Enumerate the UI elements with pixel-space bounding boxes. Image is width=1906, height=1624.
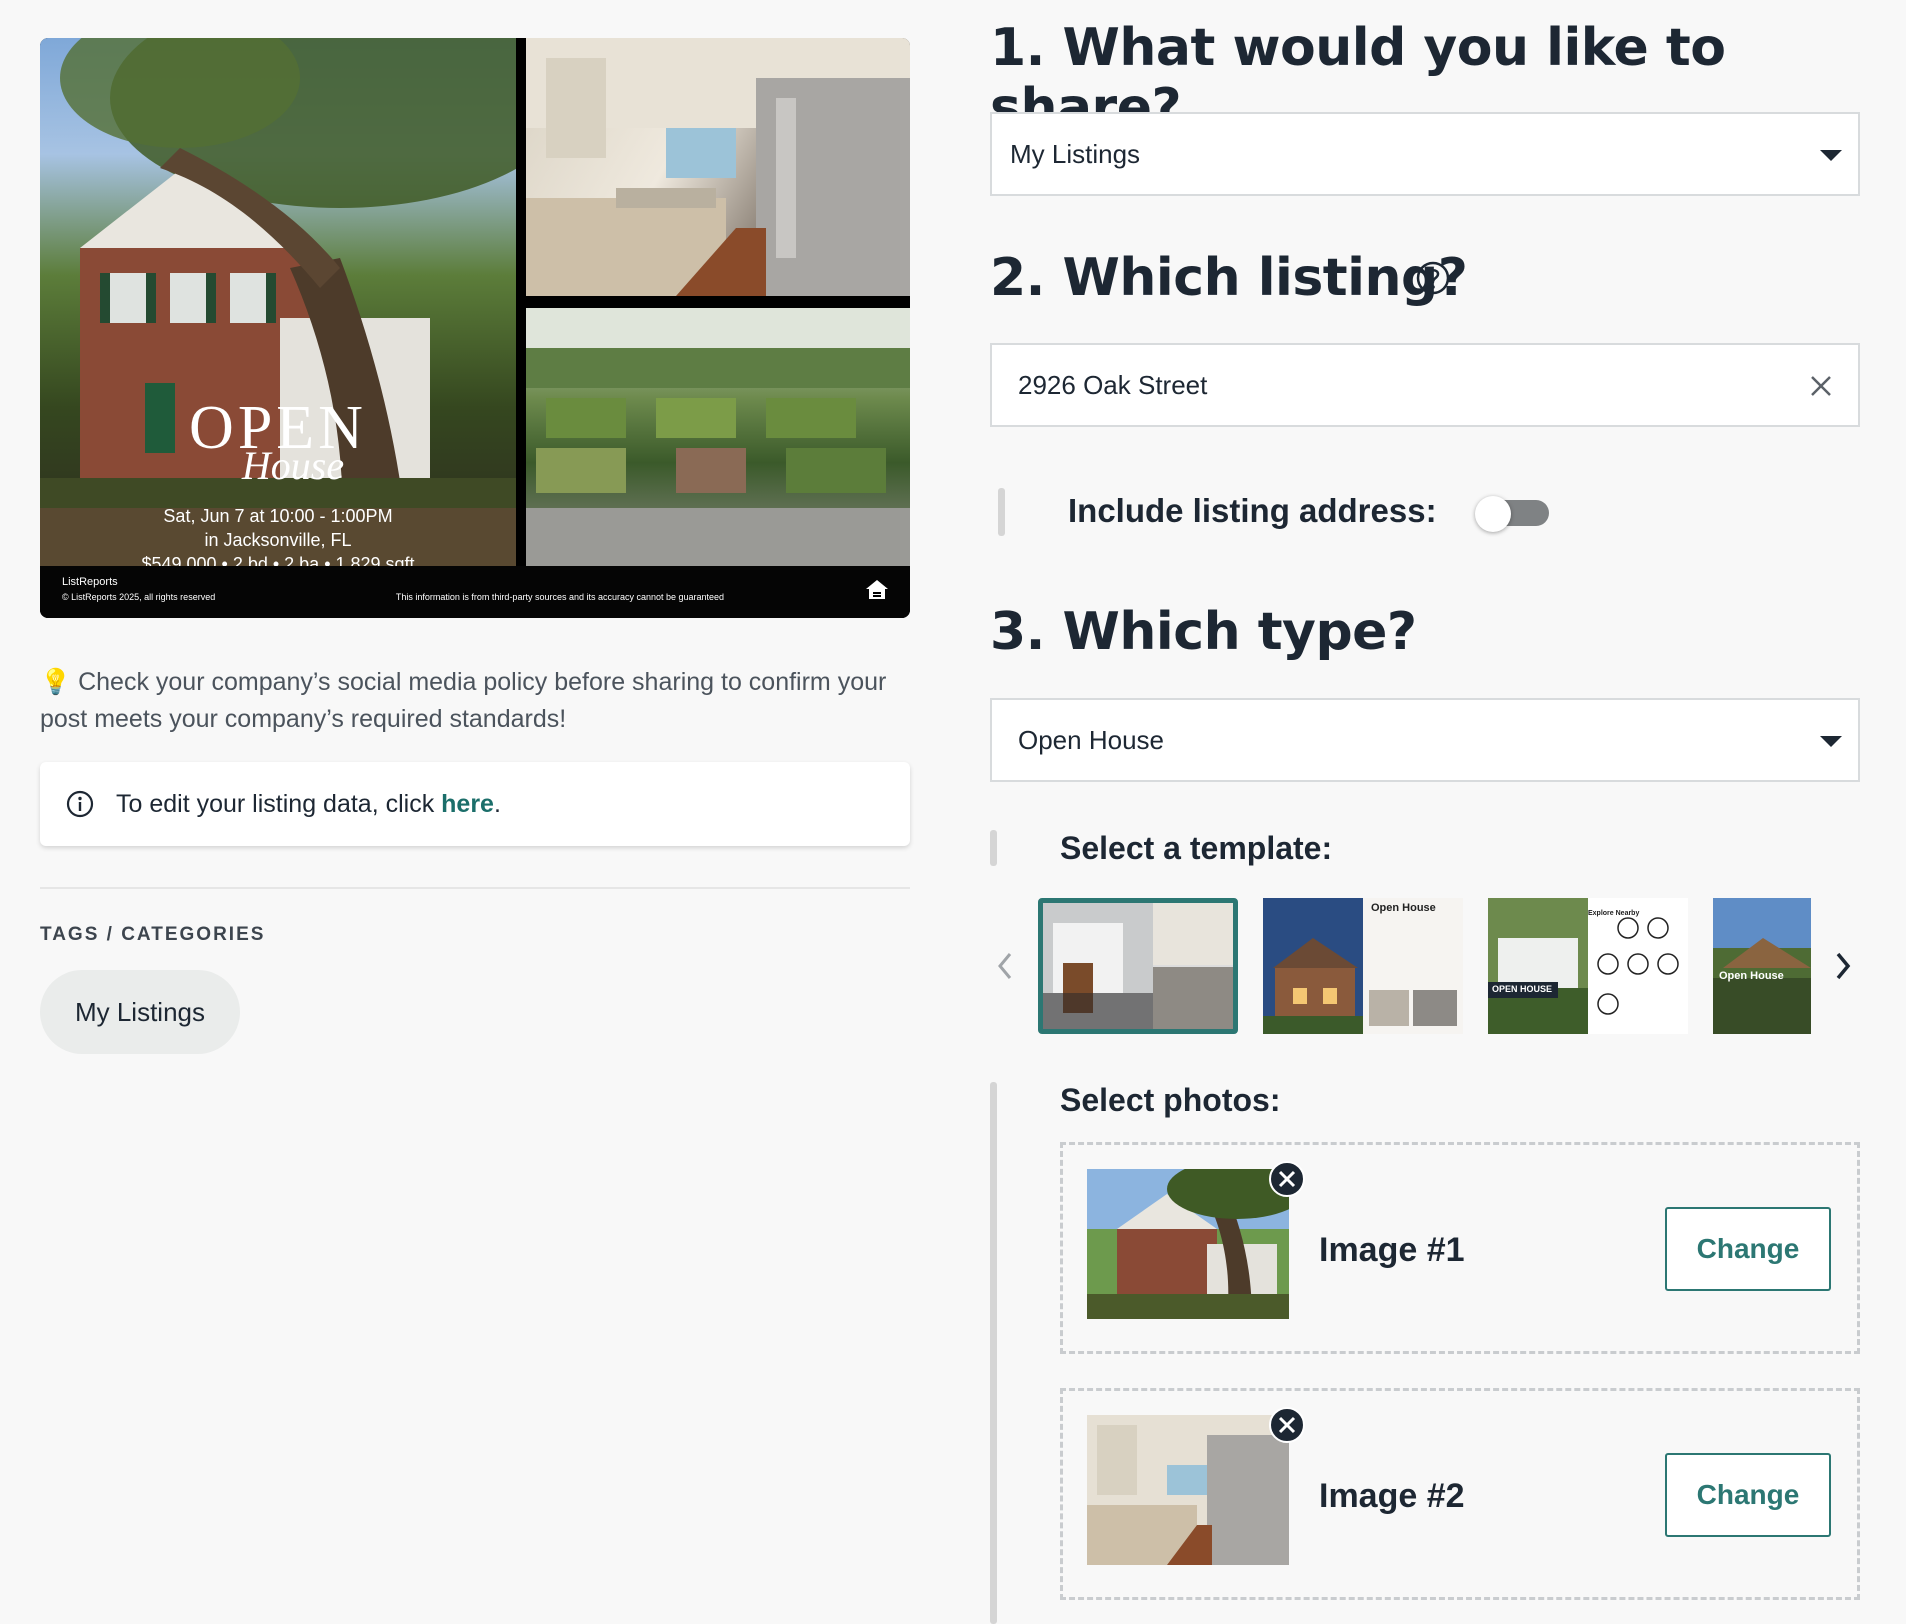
edit-listing-after: . bbox=[493, 789, 501, 818]
photo-thumb-2 bbox=[1087, 1415, 1289, 1565]
close-icon bbox=[1278, 1416, 1296, 1434]
remove-photo-1-button[interactable] bbox=[1269, 1161, 1305, 1197]
section-indicator bbox=[990, 1082, 997, 1624]
post-type-select[interactable]: Open House bbox=[990, 698, 1860, 782]
template-thumb-4[interactable]: Open House bbox=[1713, 898, 1811, 1034]
divider bbox=[40, 887, 910, 889]
edit-listing-card: To edit your listing data, click here. bbox=[40, 762, 910, 846]
social-policy-tip: 💡 Check your company’s social media poli… bbox=[40, 664, 920, 738]
chevron-down-icon bbox=[1820, 150, 1842, 161]
edit-listing-link[interactable]: here bbox=[441, 790, 494, 819]
step3-title: 3. Which type? bbox=[990, 602, 1417, 662]
chevron-down-icon bbox=[1820, 736, 1842, 747]
close-icon bbox=[1278, 1170, 1296, 1188]
tag-pill-my-listings[interactable]: My Listings bbox=[40, 970, 240, 1054]
template-thumb-4-caption: Open House bbox=[1719, 970, 1784, 982]
photo-slot-2: Image #2 Change bbox=[1060, 1388, 1860, 1600]
template-thumb-3-extra: Explore Nearby bbox=[1588, 910, 1640, 917]
toggle-knob bbox=[1475, 496, 1511, 532]
equal-housing-icon bbox=[866, 580, 888, 599]
section-indicator bbox=[998, 488, 1005, 536]
listing-value: 2926 Oak Street bbox=[1018, 369, 1208, 400]
include-address-toggle[interactable] bbox=[1475, 496, 1551, 532]
info-icon bbox=[66, 790, 94, 818]
location-line: in Jacksonville, FL bbox=[204, 530, 352, 550]
tags-title: TAGS / CATEGORIES bbox=[40, 924, 266, 945]
template-thumb-3-caption: OPEN HOUSE bbox=[1492, 984, 1553, 994]
photo-thumb-1 bbox=[1087, 1169, 1289, 1319]
listreports-brand: ListReports bbox=[62, 576, 118, 588]
photos-label: Select photos: bbox=[1060, 1082, 1281, 1118]
house-script: House bbox=[241, 443, 345, 488]
change-photo-1-button[interactable]: Change bbox=[1665, 1207, 1831, 1291]
photo-1-label: Image #1 bbox=[1319, 1231, 1465, 1269]
template-thumb-2-caption: Open House bbox=[1371, 902, 1436, 914]
lightbulb-icon: 💡 bbox=[40, 668, 72, 696]
include-address-label: Include listing address: bbox=[1068, 492, 1437, 529]
details-line: $549,000 • 2 bd • 2 ba • 1,829 sqft bbox=[141, 554, 415, 566]
open-house-title: OPEN House bbox=[40, 397, 516, 489]
template-thumb-2[interactable]: Open House bbox=[1263, 898, 1463, 1034]
preview-garden-photo bbox=[526, 308, 910, 566]
step2-title: 2. Which listing? bbox=[990, 248, 1468, 308]
remove-photo-2-button[interactable] bbox=[1269, 1407, 1305, 1443]
preview-kitchen-photo bbox=[526, 38, 910, 296]
template-label: Select a template: bbox=[1060, 830, 1333, 866]
template-thumb-1[interactable] bbox=[1038, 898, 1238, 1034]
disclaimer-text: This information is from third-party sou… bbox=[395, 592, 725, 602]
preview-main-photo: OPEN House Sat, Jun 7 at 10:00 - 1:00PM … bbox=[40, 38, 516, 566]
clear-icon[interactable] bbox=[1808, 373, 1834, 399]
change-photo-2-button[interactable]: Change bbox=[1665, 1453, 1831, 1537]
template-thumb-3[interactable]: OPEN HOUSE Explore Nearby bbox=[1488, 898, 1688, 1034]
post-preview: OPEN House Sat, Jun 7 at 10:00 - 1:00PM … bbox=[40, 38, 910, 618]
help-icon[interactable] bbox=[1415, 260, 1451, 296]
listing-info: Sat, Jun 7 at 10:00 - 1:00PM in Jacksonv… bbox=[40, 504, 516, 566]
preview-footer: ListReports © ListReports 2025, all righ… bbox=[40, 566, 910, 618]
photo-slot-1: Image #1 Change bbox=[1060, 1142, 1860, 1354]
chevron-right-icon[interactable] bbox=[1830, 948, 1856, 984]
listing-input[interactable]: 2926 Oak Street bbox=[990, 343, 1860, 427]
post-type-value: Open House bbox=[1018, 724, 1164, 755]
copyright-text: © ListReports 2025, all rights reserved bbox=[62, 592, 216, 602]
tip-text: Check your company’s social media policy… bbox=[40, 668, 887, 733]
share-type-value: My Listings bbox=[1010, 138, 1141, 169]
share-type-select[interactable]: My Listings bbox=[990, 112, 1860, 196]
date-line: Sat, Jun 7 at 10:00 - 1:00PM bbox=[163, 506, 393, 526]
chevron-left-icon[interactable] bbox=[992, 948, 1018, 984]
photo-2-label: Image #2 bbox=[1319, 1477, 1465, 1515]
section-indicator bbox=[990, 830, 997, 866]
edit-listing-text: To edit your listing data, click bbox=[116, 789, 435, 818]
